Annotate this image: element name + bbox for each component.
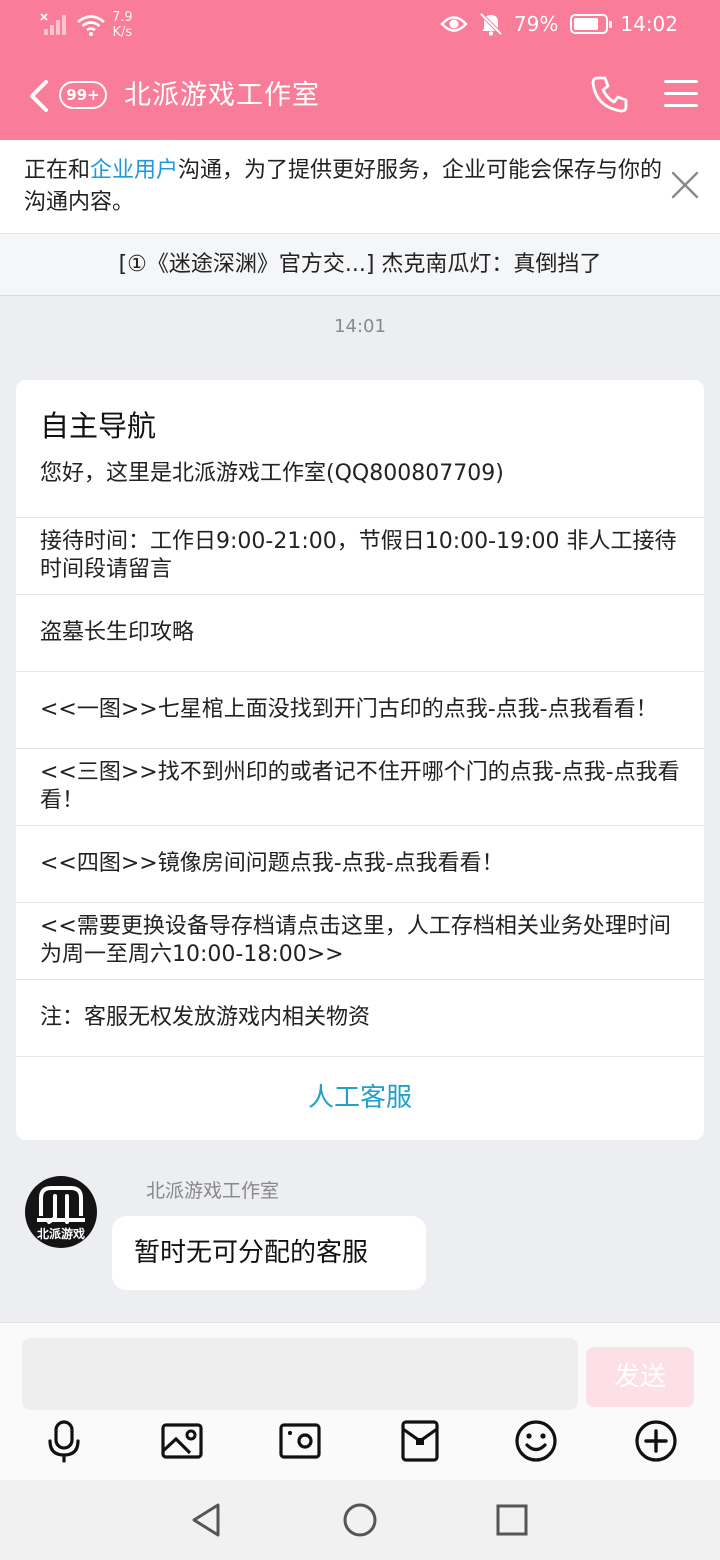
nav-item-label: 接待时间：工作日9:00-21:00，节假日10:00-19:00 非人工接待时… (40, 529, 677, 582)
nav-item-note[interactable]: 注：客服无权发放游戏内相关物资 (16, 980, 704, 1057)
sender-name: 北派游戏工作室 (146, 1180, 280, 1202)
recents-square-icon[interactable] (492, 1500, 532, 1540)
nav-card-title: 自主导航 (40, 409, 157, 443)
clock: 14:02 (620, 12, 678, 36)
nav-item-figure-4[interactable]: <<四图>>镜像房间问题点我-点我-点我看看！ (16, 826, 704, 903)
system-navigation-bar (0, 1480, 720, 1560)
nav-item-label: <<需要更换设备导存档请点击这里，人工存档相关业务处理时间为周一至周六10:00… (40, 914, 671, 967)
nav-item-label: <<四图>>镜像房间问题点我-点我-点我看看！ (40, 851, 504, 876)
battery-fill (574, 18, 599, 30)
red-packet-icon[interactable] (398, 1419, 442, 1463)
status-left: 7.9 K/s (40, 10, 133, 40)
menu-icon[interactable] (664, 80, 698, 110)
camera-icon[interactable] (278, 1419, 322, 1463)
unread-count-badge[interactable]: 99+ (59, 81, 107, 109)
notice-text: 正在和企业用户沟通，为了提供更好服务，企业可能会保存与你的沟通内容。 (24, 155, 664, 219)
emoji-icon[interactable] (514, 1419, 558, 1463)
network-speed-unit: K/s (112, 25, 133, 40)
nav-card-header: 自主导航 您好，这里是北派游戏工作室(QQ800807709) (16, 380, 704, 518)
network-speed-value: 7.9 (112, 10, 133, 25)
chat-title: 北派游戏工作室 (124, 80, 320, 111)
battery-percent: 79% (513, 12, 559, 36)
nav-item-label: 注：客服无权发放游戏内相关物资 (40, 1005, 371, 1030)
chat-header: 99+ 北派游戏工作室 (0, 52, 720, 140)
nav-item-service-hours[interactable]: 接待时间：工作日9:00-21:00，节假日10:00-19:00 非人工接待时… (16, 518, 704, 595)
mute-bell-icon (479, 12, 502, 36)
home-circle-icon[interactable] (340, 1500, 380, 1540)
enterprise-user-link[interactable]: 企业用户 (90, 158, 178, 183)
input-area: 发送 (0, 1322, 720, 1480)
status-right: 79% 14:02 (428, 12, 678, 36)
nav-item-figure-3[interactable]: <<三图>>找不到州印的或者记不住开哪个门的点我-点我-点我看看！ (16, 749, 704, 826)
avatar-text: 北派游戏 (37, 1226, 85, 1241)
nav-item-label: <<三图>>找不到州印的或者记不住开哪个门的点我-点我-点我看看！ (40, 760, 680, 813)
nav-item-save-transfer[interactable]: <<需要更换设备导存档请点击这里，人工存档相关业务处理时间为周一至周六10:00… (16, 903, 704, 980)
notice-prefix: 正在和 (24, 158, 91, 183)
network-speed: 7.9 K/s (112, 10, 133, 40)
pinned-group-message[interactable]: [①《迷途深渊》官方交...] 杰克南瓜灯：真倒挡了 (0, 234, 720, 296)
studio-logo-icon: 北派游戏 (37, 1186, 85, 1241)
back-icon[interactable] (24, 76, 54, 116)
close-icon[interactable] (670, 170, 700, 200)
nav-item-figure-1[interactable]: <<一图>>七星棺上面没找到开门古印的点我-点我-点我看看！ (16, 672, 704, 749)
plus-icon[interactable] (634, 1419, 678, 1463)
avatar[interactable]: 北派游戏 (25, 1176, 97, 1248)
nav-card-greeting: 您好，这里是北派游戏工作室(QQ800807709) (40, 461, 504, 486)
nav-item-label: 盗墓长生印攻略 (40, 620, 195, 645)
message-timestamp: 14:01 (334, 316, 386, 337)
image-icon[interactable] (160, 1419, 204, 1463)
status-bar: 7.9 K/s 79% 14:02 (0, 0, 720, 52)
human-service-button[interactable]: 人工客服 (16, 1057, 704, 1139)
phone-icon[interactable] (590, 74, 630, 114)
nav-item-label: <<一图>>七星棺上面没找到开门古印的点我-点我-点我看看！ (40, 697, 658, 722)
self-service-nav-card: 自主导航 您好，这里是北派游戏工作室(QQ800807709) 接待时间：工作日… (16, 380, 704, 1140)
battery-icon (570, 14, 613, 34)
send-button[interactable]: 发送 (586, 1347, 694, 1407)
enterprise-notice: 正在和企业用户沟通，为了提供更好服务，企业可能会保存与你的沟通内容。 (0, 140, 720, 234)
eye-icon (440, 16, 468, 32)
message-input[interactable] (22, 1338, 578, 1410)
nav-item-guide[interactable]: 盗墓长生印攻略 (16, 595, 704, 672)
signal-icon (40, 13, 66, 37)
back-triangle-icon[interactable] (188, 1500, 228, 1540)
message-bubble[interactable]: 暂时无可分配的客服 (112, 1216, 426, 1290)
wifi-icon (77, 15, 105, 36)
microphone-icon[interactable] (42, 1419, 86, 1463)
